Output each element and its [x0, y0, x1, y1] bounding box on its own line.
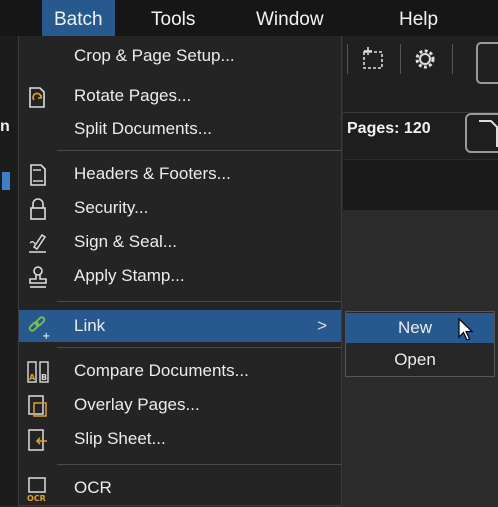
slip-sheet-icon — [25, 427, 51, 453]
submenu-item-open[interactable]: Open — [346, 345, 494, 375]
overlay-icon — [25, 393, 51, 419]
app-left-edge — [0, 36, 18, 506]
svg-text:A: A — [29, 373, 36, 382]
menu-item-label: Split Documents... — [74, 119, 212, 138]
menu-item-compare-documents[interactable]: A B Compare Documents... — [19, 355, 341, 387]
marquee-select-icon[interactable] — [360, 46, 386, 77]
menu-separator — [57, 150, 341, 151]
svg-text:OCR: OCR — [27, 494, 46, 502]
stamp-icon — [25, 264, 51, 290]
page-count-label: Pages: 120 — [347, 120, 431, 137]
rotate-pages-icon — [25, 84, 51, 110]
menu-separator — [57, 301, 341, 302]
menu-window[interactable]: Window — [256, 0, 324, 36]
document-tab-bar — [343, 160, 498, 210]
header-footer-icon — [25, 162, 51, 188]
submenu-item-label: Open — [394, 350, 436, 369]
gear-icon[interactable] — [412, 46, 438, 77]
lock-icon — [25, 196, 51, 222]
menu-item-overlay-pages[interactable]: Overlay Pages... — [19, 389, 341, 421]
svg-text:+: + — [42, 331, 50, 340]
menu-item-security[interactable]: Security... — [19, 192, 341, 224]
menu-item-label: OCR — [74, 478, 112, 497]
menubar: Batch Tools Window Help — [0, 0, 498, 36]
compare-icon: A B — [25, 359, 51, 385]
menu-item-label: Apply Stamp... — [74, 266, 185, 285]
menu-item-label: Link — [74, 316, 106, 335]
menu-tools[interactable]: Tools — [151, 0, 195, 36]
menu-item-split-documents[interactable]: Split Documents... — [19, 113, 341, 145]
mouse-cursor-icon — [458, 317, 474, 347]
menu-item-label: Sign & Seal... — [74, 232, 178, 251]
menu-item-label: Security... — [74, 198, 149, 217]
menu-item-slip-sheet[interactable]: Slip Sheet... — [19, 423, 341, 455]
link-icon: + — [25, 314, 51, 342]
menu-item-label: Overlay Pages... — [74, 395, 200, 414]
cut-off-text: n — [0, 118, 10, 135]
menu-item-ocr[interactable]: OCR OCR — [19, 472, 341, 504]
menu-item-sign-seal[interactable]: Sign & Seal... — [19, 226, 341, 258]
menu-item-label: Rotate Pages... — [74, 86, 192, 105]
menu-item-label: Headers & Footers... — [74, 164, 231, 183]
menu-batch[interactable]: Batch — [42, 0, 115, 36]
svg-text:B: B — [41, 373, 47, 382]
menu-item-label: Crop & Page Setup... — [74, 46, 235, 65]
toolbar-button-partial[interactable] — [476, 42, 498, 84]
toolbar-separator — [452, 44, 453, 74]
menu-item-rotate-pages[interactable]: Rotate Pages... — [19, 80, 341, 112]
pen-signature-icon — [25, 230, 51, 256]
menu-item-label: Slip Sheet... — [74, 429, 166, 448]
page-thumbnail-button[interactable] — [465, 113, 498, 153]
ocr-icon: OCR — [25, 476, 51, 503]
submenu-arrow-icon: > — [317, 316, 327, 335]
menu-item-link[interactable]: + Link > — [19, 310, 341, 342]
toolbar-separator — [400, 44, 401, 74]
menu-separator — [57, 347, 341, 348]
partial-icon — [2, 172, 10, 190]
menu-item-label: Compare Documents... — [74, 361, 249, 380]
menu-item-crop-page-setup[interactable]: Crop & Page Setup... — [19, 40, 341, 72]
menu-item-headers-footers[interactable]: Headers & Footers... — [19, 158, 341, 190]
menu-help[interactable]: Help — [399, 0, 438, 36]
batch-dropdown-menu: Crop & Page Setup... Rotate Pages... Spl… — [18, 36, 342, 506]
menu-item-apply-stamp[interactable]: Apply Stamp... — [19, 260, 341, 292]
toolbar-separator — [347, 44, 348, 74]
menu-separator — [57, 464, 341, 465]
